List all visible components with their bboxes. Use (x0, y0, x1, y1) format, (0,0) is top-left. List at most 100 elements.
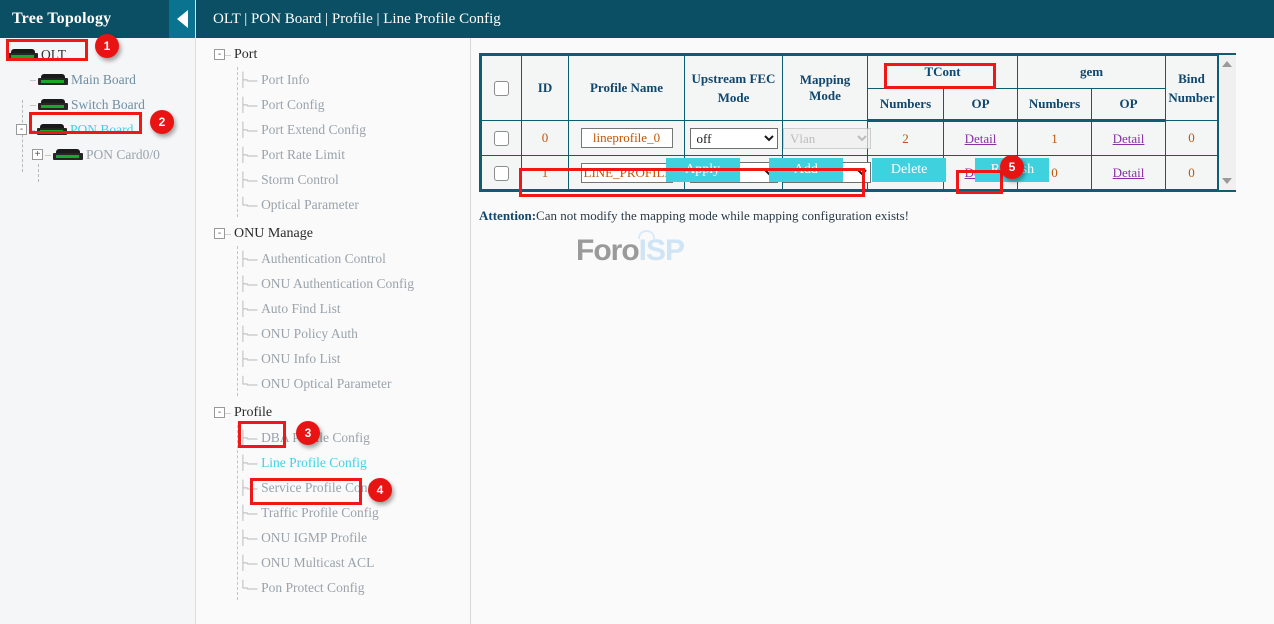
nav-item-port-extend-config[interactable]: ├---Port Extend Config (196, 117, 470, 142)
refresh-button[interactable]: Refresh (975, 158, 1049, 182)
nav-branch-glyph: ├--- (238, 276, 257, 292)
tree-node-pon-card[interactable]: + – PON Card0/0 (0, 142, 195, 167)
tree-node-olt[interactable]: OLT (0, 42, 195, 67)
tree-node-label: PON Card0/0 (86, 147, 160, 163)
nav-item-storm-control[interactable]: ├---Storm Control (196, 167, 470, 192)
nav-branch-glyph: ├--- (238, 97, 257, 113)
cell-id: 0 (522, 121, 569, 156)
tcont-detail-link[interactable]: Detail (965, 131, 997, 146)
upstream-fec-select[interactable]: off (690, 128, 778, 149)
nav-item-onu-info-list[interactable]: ├---ONU Info List (196, 346, 470, 371)
select-all-checkbox[interactable] (494, 81, 509, 96)
nav-item-port-config[interactable]: ├---Port Config (196, 92, 470, 117)
nav-item-label: Port Info (261, 72, 309, 88)
nav-item-line-profile-config[interactable]: ├---Line Profile Config (196, 450, 470, 475)
tree-expander-icon[interactable]: - (16, 124, 27, 135)
page-root: Tree Topology OLT – Main B (0, 0, 1274, 624)
nav-item-onu-authentication-config[interactable]: ├---ONU Authentication Config (196, 271, 470, 296)
nav-branch-glyph: ├--- (238, 530, 257, 546)
device-icon (38, 99, 68, 110)
nav-item-service-profile-config[interactable]: ├---Service Profile Config (196, 475, 470, 500)
nav-item-label: Service Profile Config (261, 480, 382, 496)
tree-node-main-board[interactable]: – Main Board (0, 67, 195, 92)
nav-item-label: Port Extend Config (261, 122, 366, 138)
watermark-part1: Foro (576, 234, 639, 267)
tree-node-pon-board[interactable]: - – PON Board (0, 117, 195, 142)
nav-item-pon-protect-config[interactable]: └---Pon Protect Config (196, 575, 470, 600)
scroll-up-arrow-icon[interactable] (1222, 61, 1232, 67)
apply-button[interactable]: Apply (666, 158, 740, 182)
nav-item-label: DBA Profile Config (261, 430, 370, 446)
nav-item-traffic-profile-config[interactable]: ├---Traffic Profile Config (196, 500, 470, 525)
tree-topology-header: Tree Topology (0, 0, 195, 38)
tree-node-label: OLT (41, 47, 66, 63)
column-header-tcont: TCont (868, 56, 1018, 89)
nav-branch-glyph: └--- (238, 376, 257, 392)
nav-item-onu-multicast-acl[interactable]: ├---ONU Multicast ACL (196, 550, 470, 575)
signal-arc-icon (638, 230, 655, 239)
main-content: ID Profile Name Upstream FEC Mode Mappin… (471, 38, 1274, 624)
nav-expander-icon[interactable]: - (214, 49, 225, 60)
nav-branch-glyph: ├--- (238, 147, 257, 163)
nav-item-dba-profile-config[interactable]: ├---DBA Profile Config (196, 425, 470, 450)
add-button[interactable]: Add (769, 158, 843, 182)
tree-expander-icon[interactable]: + (32, 149, 43, 160)
nav-expander-icon[interactable]: - (214, 228, 225, 239)
nav-item-auto-find-list[interactable]: ├---Auto Find List (196, 296, 470, 321)
tcont-label: TCont (924, 64, 960, 79)
nav-item-onu-policy-auth[interactable]: ├---ONU Policy Auth (196, 321, 470, 346)
nav-item-port-rate-limit[interactable]: ├---Port Rate Limit (196, 142, 470, 167)
nav-branch-glyph: ├--- (238, 122, 257, 138)
tree-branch-dash: – (30, 72, 36, 87)
foroisp-watermark: ForoISP (576, 234, 684, 268)
nav-item-label: ONU IGMP Profile (261, 530, 367, 546)
breadcrumb-bar: OLT | PON Board | Profile | Line Profile… (196, 0, 1274, 38)
nav-item-label: ONU Info List (261, 351, 341, 367)
row-checkbox[interactable] (494, 131, 509, 146)
attention-label: Attention: (479, 208, 536, 223)
nav-branch-glyph: ├--- (238, 480, 257, 496)
nav-item-onu-igmp-profile[interactable]: ├---ONU IGMP Profile (196, 525, 470, 550)
nav-branch-glyph: ├--- (238, 455, 257, 471)
nav-branch-glyph: ├--- (238, 251, 257, 267)
chevron-left-glyph (177, 10, 188, 28)
nav-item-label: Storm Control (261, 172, 339, 188)
nav-group-profile[interactable]: - – Profile (196, 400, 470, 425)
delete-button[interactable]: Delete (872, 158, 946, 182)
cell-mapping-mode: Vlan (783, 121, 868, 156)
nav-item-authentication-control[interactable]: ├---Authentication Control (196, 246, 470, 271)
nav-group-label: Port (234, 47, 257, 63)
tree-node-list: OLT – Main Board – Switch Board - (0, 38, 195, 167)
device-icon (8, 49, 38, 60)
mapping-mode-select: Vlan (783, 128, 871, 149)
nav-item-port-info[interactable]: ├---Port Info (196, 67, 470, 92)
tree-branch-dash: – (30, 97, 36, 112)
gem-detail-link[interactable]: Detail (1113, 131, 1145, 146)
chevron-left-icon[interactable] (169, 0, 195, 38)
nav-group-port[interactable]: - – Port (196, 42, 470, 67)
nav-item-label: Auto Find List (261, 301, 341, 317)
tree-node-switch-board[interactable]: – Switch Board (0, 92, 195, 117)
column-header-gem-numbers: Numbers (1018, 89, 1092, 121)
nav-menu-panel: - – Port ├---Port Info ├---Port Config ├… (196, 38, 471, 624)
breadcrumb: OLT | PON Board | Profile | Line Profile… (213, 11, 501, 28)
nav-group-label: ONU Manage (234, 226, 313, 242)
tree-node-label: Main Board (71, 72, 136, 88)
cell-profile-name (569, 121, 685, 156)
tree-topology-panel: Tree Topology OLT – Main B (0, 0, 196, 624)
upstream-fec-line1: Upstream FEC (685, 69, 782, 88)
tree-branch-dash: – (29, 122, 35, 137)
device-icon (37, 124, 67, 135)
nav-item-optical-parameter[interactable]: └---Optical Parameter (196, 192, 470, 217)
nav-item-label: Traffic Profile Config (261, 505, 379, 521)
nav-branch-glyph: └--- (238, 197, 257, 213)
table-row[interactable]: 0 off Vlan 2 Detail 1 Detail (482, 121, 1218, 156)
nav-expander-icon[interactable]: - (214, 407, 225, 418)
nav-group-onu-manage[interactable]: - – ONU Manage (196, 221, 470, 246)
nav-item-onu-optical-parameter[interactable]: └---ONU Optical Parameter (196, 371, 470, 396)
tree-branch-dash: – (45, 147, 51, 162)
row-select-cell (482, 121, 522, 156)
nav-item-label: Line Profile Config (261, 455, 367, 471)
nav-group-label: Profile (234, 405, 272, 421)
profile-name-input[interactable] (581, 128, 673, 148)
